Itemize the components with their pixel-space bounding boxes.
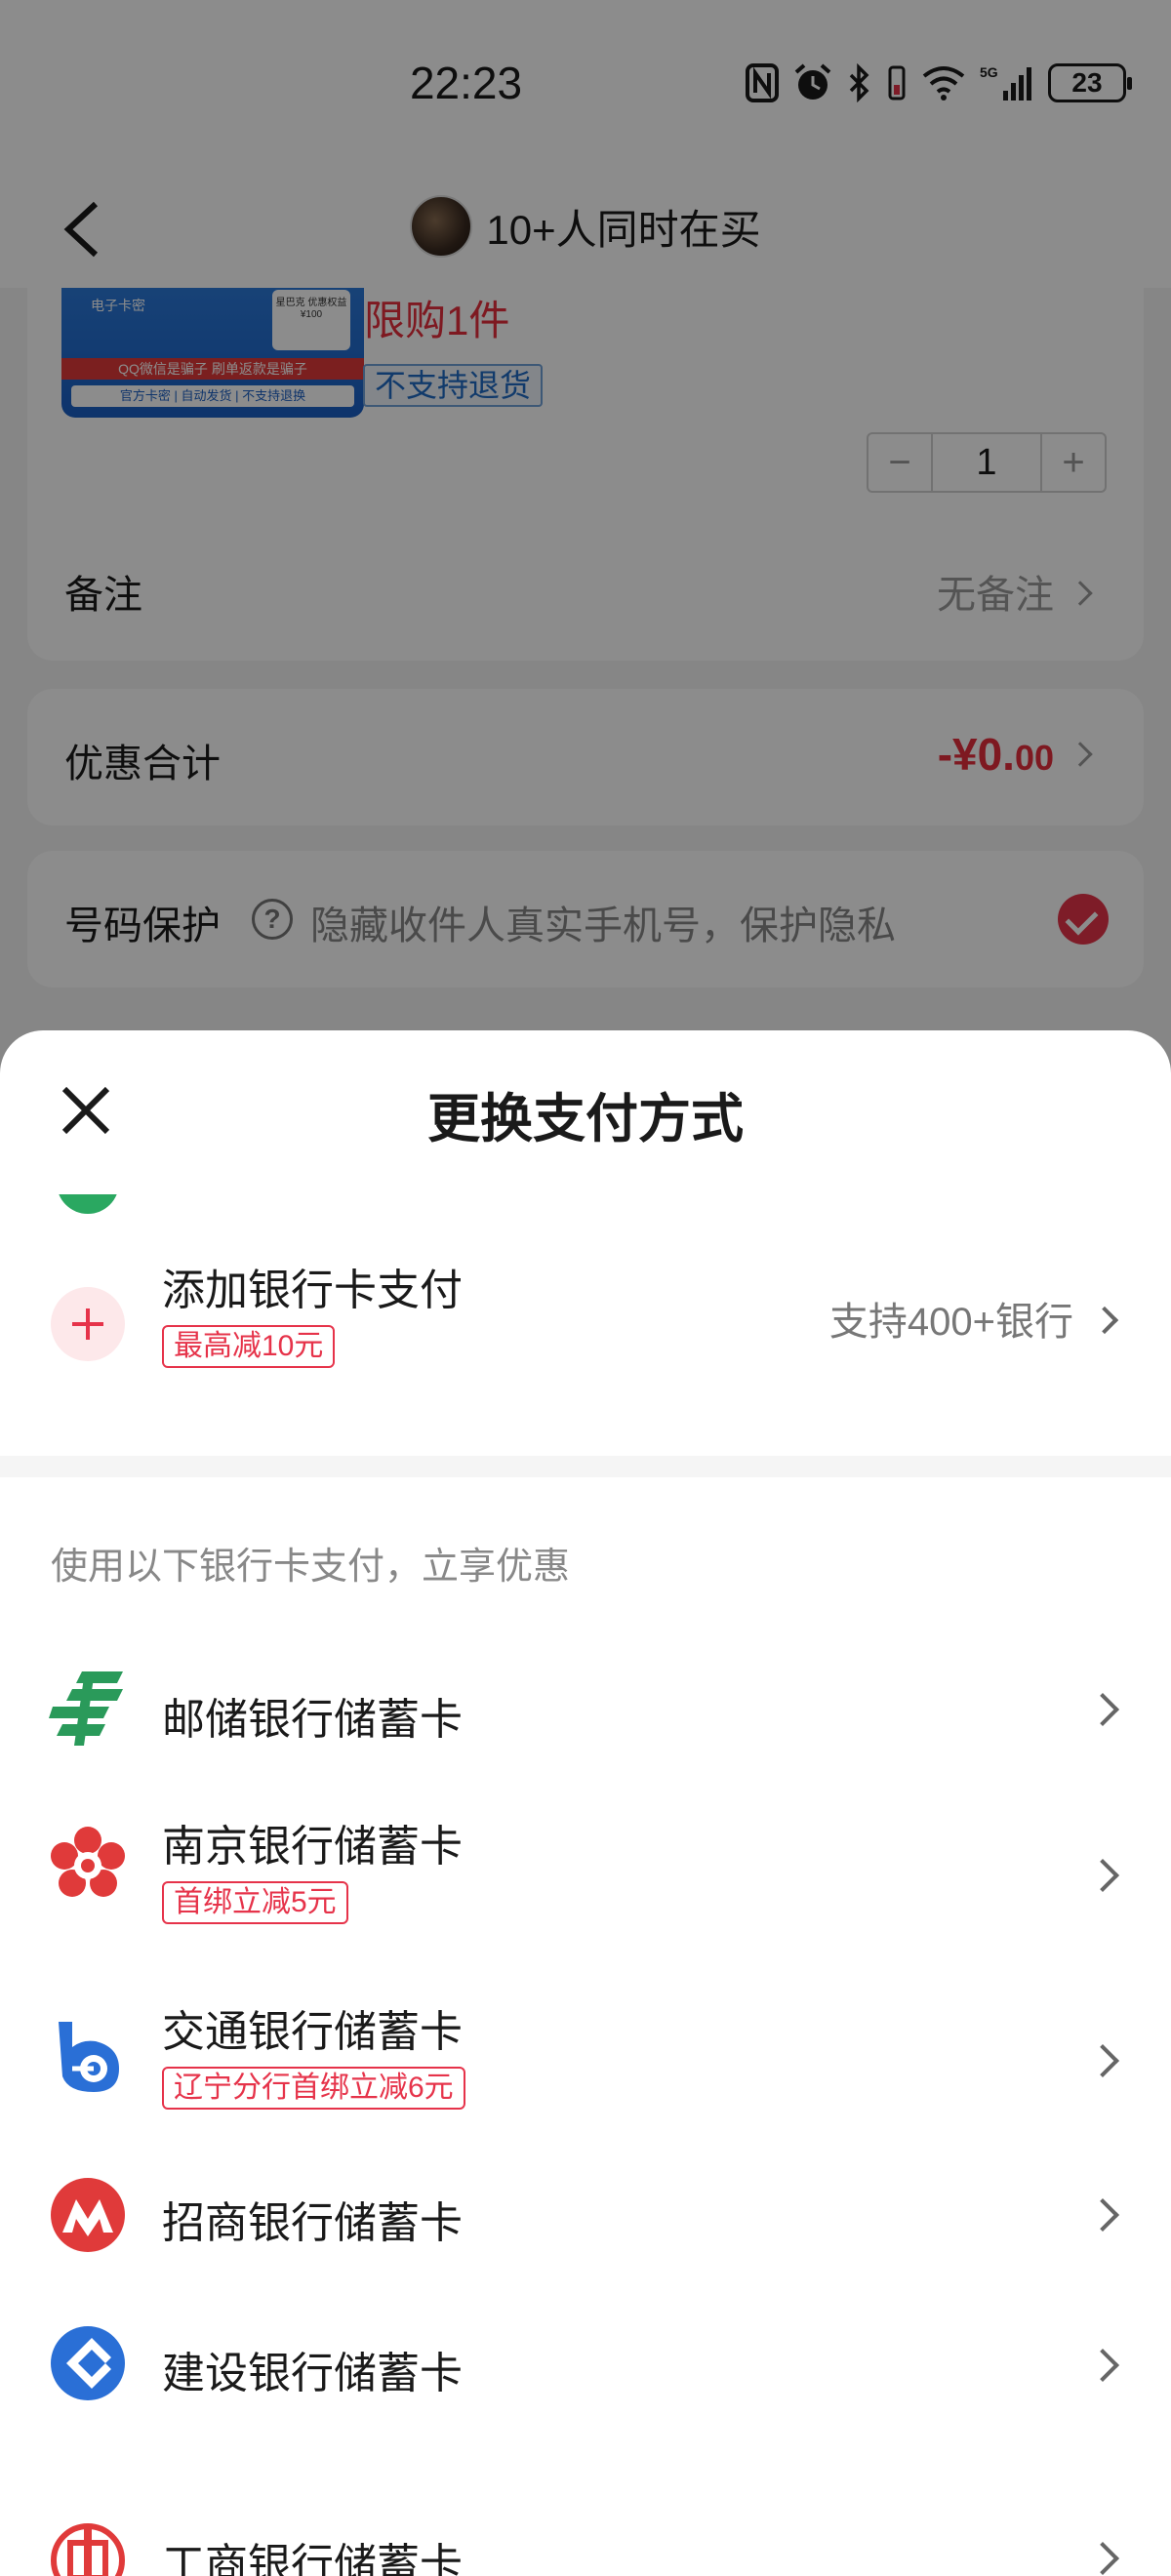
promo-tag: 最高减10元 <box>162 1325 336 1368</box>
chevron-right-icon <box>1086 2542 1119 2575</box>
ccb-logo-icon <box>51 2326 125 2400</box>
bank-name: 交通银行储蓄卡 <box>162 2008 463 2056</box>
add-icon <box>51 1287 125 1361</box>
bank-name: 南京银行储蓄卡 <box>162 1823 463 1871</box>
chevron-right-icon <box>1086 2198 1119 2232</box>
sheet-title: 更换支付方式 <box>427 1090 744 1148</box>
promo-tag: 首绑立减5元 <box>162 1881 348 1924</box>
cmb-logo-icon <box>51 2178 125 2252</box>
chevron-right-icon <box>1086 1693 1119 1726</box>
promo-tag: 辽宁分行首绑立减6元 <box>162 2067 465 2110</box>
bank-row-psbc[interactable]: 邮储银行储蓄卡 <box>0 1635 1171 1782</box>
bank-row-bocom[interactable]: 交通银行储蓄卡 辽宁分行首绑立减6元 <box>0 1967 1171 2143</box>
chevron-right-icon <box>1086 1859 1119 1892</box>
bank-name: 邮储银行储蓄卡 <box>162 1696 463 1744</box>
add-card-right: 支持400+银行 <box>828 1290 1119 1347</box>
payment-method-sheet: 更换支付方式 添加银行卡支付 最高减10元 支持400+银行 使用以下银行卡支付… <box>0 1030 1171 2576</box>
wechat-pay-icon <box>57 1194 119 1214</box>
add-bank-card-row[interactable]: 添加银行卡支付 最高减10元 支持400+银行 <box>0 1255 1171 1421</box>
bank-name: 建设银行储蓄卡 <box>162 2350 463 2397</box>
bank-row-nanjing[interactable]: 南京银行储蓄卡 首绑立减5元 <box>0 1782 1171 1967</box>
bank-name: 工商银行储蓄卡 <box>162 2541 463 2576</box>
chevron-right-icon <box>1086 2044 1119 2077</box>
psbc-logo-icon <box>49 1671 123 1746</box>
bank-row-icbc[interactable]: 工商银行储蓄卡 <box>0 2445 1171 2576</box>
bank-of-nanjing-logo-icon <box>51 1827 125 1897</box>
supported-banks-text: 支持400+银行 <box>828 1301 1073 1344</box>
icbc-logo-icon <box>51 2523 125 2576</box>
add-card-label: 添加银行卡支付 <box>162 1267 463 1314</box>
bank-row-cmb[interactable]: 招商银行储蓄卡 <box>0 2143 1171 2289</box>
chevron-right-icon <box>1090 1307 1119 1335</box>
bank-row-ccb[interactable]: 建设银行储蓄卡 <box>0 2289 1171 2445</box>
section-hint: 使用以下银行卡支付，立享优惠 <box>51 1547 571 1588</box>
section-divider <box>0 1456 1171 1477</box>
bocom-logo-icon <box>59 2022 119 2092</box>
bank-name: 招商银行储蓄卡 <box>162 2199 463 2247</box>
chevron-right-icon <box>1086 2349 1119 2382</box>
